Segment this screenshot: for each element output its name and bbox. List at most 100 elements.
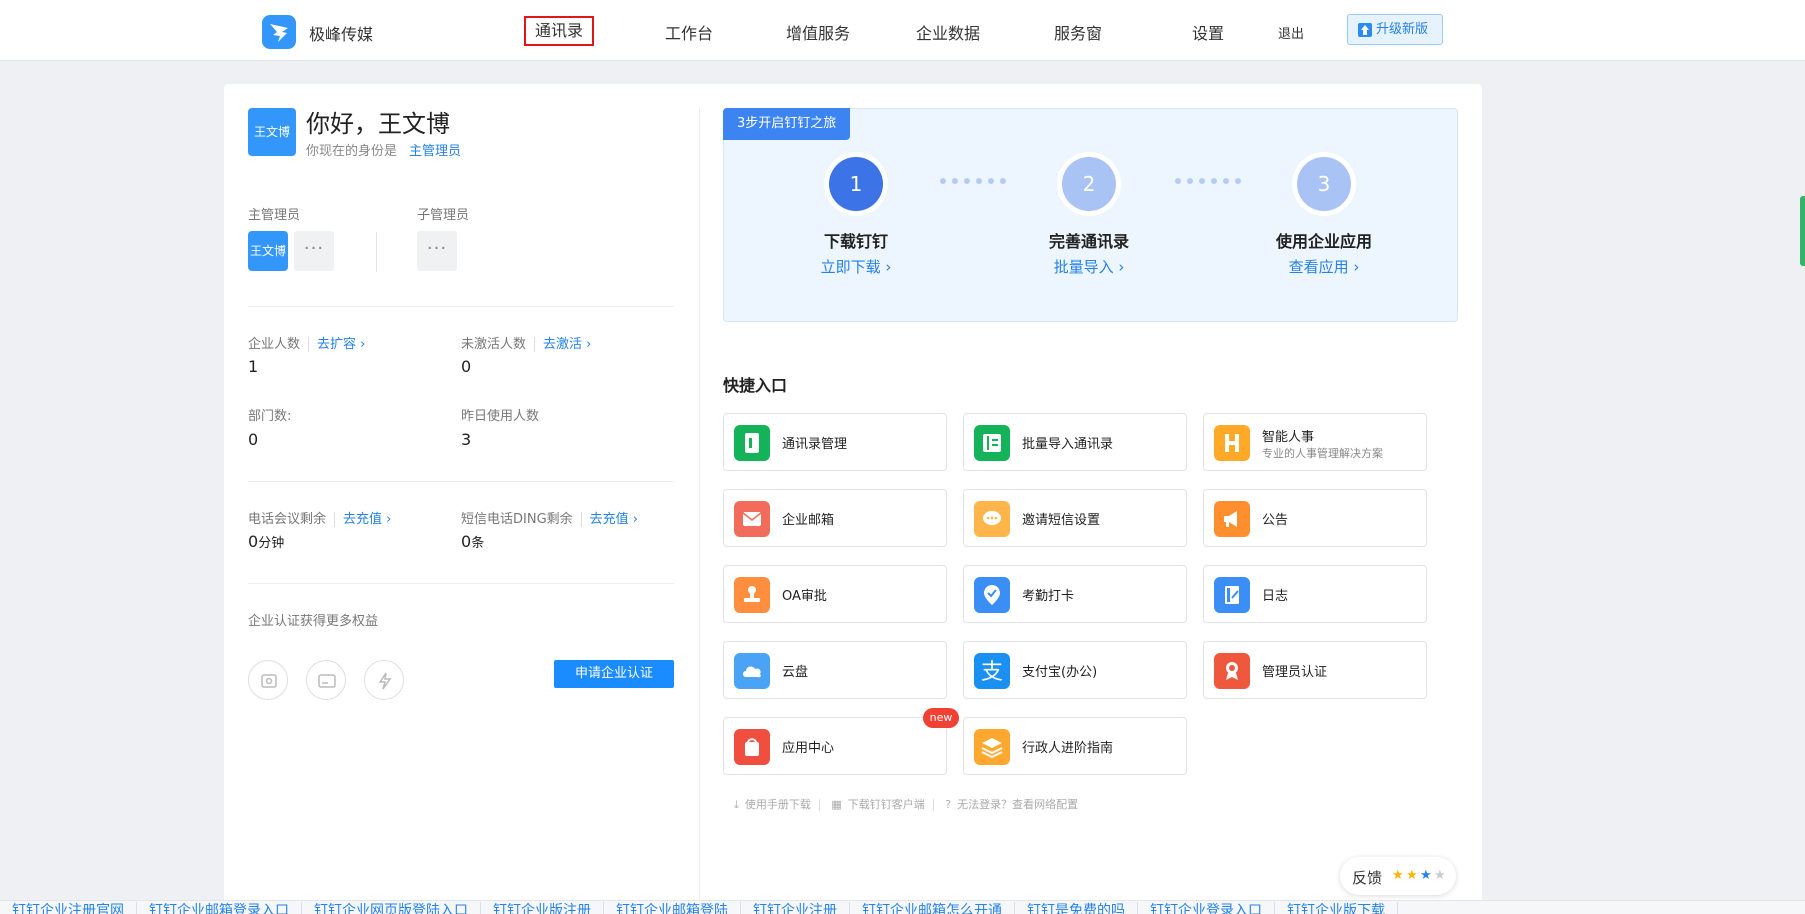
stat-value-employees: 1 [248,357,259,376]
quick-announcement[interactable]: 公告 [1203,489,1427,547]
expand-capacity-link[interactable]: 去扩容 › [308,337,366,352]
sub-admin-label: 子管理员 [417,208,470,223]
certification-text: 企业认证获得更多权益 [248,614,379,629]
upgrade-button[interactable]: 升级新版 [1347,14,1443,45]
bottom-link[interactable]: 钉钉企业邮箱怎么开通 [850,902,1015,914]
upgrade-label: 升级新版 [1376,22,1429,37]
quick-alipay-office[interactable]: 支 支付宝(办公) [963,641,1187,699]
bottom-link[interactable]: 钉钉企业邮箱登录入口 [137,902,302,914]
feedback-widget[interactable]: 反馈 ★ ★ ★ ★ [1340,857,1456,895]
step-2-title: 完善通讯录 [1048,232,1129,251]
bottom-link[interactable]: 钉钉企业版下载 [1275,902,1398,914]
quick-label: 管理员认证 [1262,665,1328,680]
recharge-ding-link[interactable]: 去充值 › [580,512,638,527]
quick-label: 云盘 [782,665,809,680]
dingtalk-logo-icon [262,15,296,49]
side-tab[interactable] [1800,196,1805,266]
stat-label-yesterday-users: 昨日使用人数 [461,409,540,424]
approval-icon [734,577,770,613]
nav-service-window[interactable]: 服务窗 [1054,20,1102,44]
quick-sublabel: 专业的人事管理解决方案 [1262,447,1383,460]
bottom-link[interactable]: 钉钉企业网页版登陆入口 [302,902,481,914]
identity-prefix: 你现在的身份是 [306,144,398,159]
quick-admin-certification[interactable]: 管理员认证 [1203,641,1427,699]
quick-label: 日志 [1262,589,1289,604]
step-2-link[interactable]: 批量导入 › [1009,256,1169,277]
quick-log[interactable]: 日志 [1203,565,1427,623]
nav-workbench[interactable]: 工作台 [665,20,713,44]
logout-link[interactable]: 退出 [1278,23,1304,42]
quick-label: 支付宝(办公) [1022,665,1098,680]
greeting-title: 你好，王文博 [306,110,450,138]
apply-certification-button[interactable]: 申请企业认证 [554,660,674,688]
nav-enterprise-data[interactable]: 企业数据 [916,20,980,44]
quick-contacts-management[interactable]: 通讯录管理 [723,413,947,471]
quick-batch-import[interactable]: 批量导入通讯录 [963,413,1187,471]
quick-app-center[interactable]: 应用中心 [723,717,947,775]
download-client-link[interactable]: 下载钉钉客户端 [848,798,925,811]
section-divider [248,306,674,307]
manual-download-link[interactable]: 使用手册下载 [745,798,811,811]
help-circle-icon: ? [945,798,952,811]
step-1-circle: 1 [829,157,883,211]
step-1-link[interactable]: 立即下载 › [776,256,936,277]
star-icon[interactable]: ★ [1434,868,1446,883]
quick-attendance[interactable]: 考勤打卡 [963,565,1187,623]
import-contacts-icon [974,425,1010,461]
star-icon[interactable]: ★ [1406,868,1418,883]
attendance-icon [974,577,1010,613]
cert-benefit-card-icon [306,660,346,700]
stat-value-conference: 0分钟 [248,532,285,551]
contacts-icon [734,425,770,461]
quick-enterprise-mail[interactable]: 企业邮箱 [723,489,947,547]
panel-divider [699,108,700,908]
quick-label: 企业邮箱 [782,513,835,528]
upgrade-arrow-icon [1358,23,1372,37]
identity-role[interactable]: 主管理员 [409,144,461,159]
stat-label-departments: 部门数: [248,409,292,424]
star-icon[interactable]: ★ [1420,868,1432,883]
bottom-link[interactable]: 钉钉是免费的吗 [1015,902,1138,914]
cert-benefit-lightning-icon [364,660,404,700]
activate-link[interactable]: 去激活 › [534,337,592,352]
bottom-link[interactable]: 钉钉企业注册官网 [0,902,137,914]
hr-icon [1214,425,1250,461]
section-divider [248,481,674,482]
quick-sms-invite[interactable]: 邀请短信设置 [963,489,1187,547]
guide-book-icon [974,729,1010,765]
main-admin-avatar[interactable]: 王文博 [248,231,288,271]
star-icon[interactable]: ★ [1392,868,1404,883]
sub-admin-more-button[interactable]: ··· [417,231,457,271]
main-admin-more-button[interactable]: ··· [294,231,334,271]
step-1-title: 下载钉钉 [823,232,888,251]
getting-started-guide [723,108,1458,322]
mail-icon [734,501,770,537]
nav-value-added-services[interactable]: 增值服务 [786,20,850,44]
alipay-icon: 支 [974,653,1010,689]
bottom-link[interactable]: 钉钉企业登录入口 [1138,902,1275,914]
log-icon [1214,577,1250,613]
quick-label: 批量导入通讯录 [1022,437,1114,452]
quick-label: 公告 [1262,513,1289,528]
announcement-icon [1214,501,1250,537]
admin-divider [376,232,377,272]
bottom-link[interactable]: 钉钉企业版注册 [481,902,604,914]
quick-admin-guide[interactable]: 行政人进阶指南 [963,717,1187,775]
section-divider [248,583,674,584]
quick-smart-hr[interactable]: 智能人事 专业的人事管理解决方案 [1203,413,1427,471]
nav-settings[interactable]: 设置 [1192,20,1224,44]
bottom-link[interactable]: 钉钉企业邮箱登陆 [604,902,741,914]
bottom-link[interactable]: 钉钉企业注册 [741,902,850,914]
app-center-icon [734,729,770,765]
new-badge: new [923,708,959,728]
stat-label-ding: 短信电话DING剩余 去充值 › [461,512,638,527]
stat-value-ding: 0条 [461,532,485,551]
quick-oa-approval[interactable]: OA审批 [723,565,947,623]
network-config-link[interactable]: 无法登录？查看网络配置 [957,798,1078,811]
recharge-conference-link[interactable]: 去充值 › [334,512,392,527]
help-links: ⤓ 使用手册下载 ▦ 下载钉钉客户端 ? 无法登录？查看网络配置 [734,796,1084,812]
quick-cloud-disk[interactable]: 云盘 [723,641,947,699]
nav-contacts[interactable]: 通讯录 [524,16,595,46]
sms-icon [974,501,1010,537]
step-3-link[interactable]: 查看应用 › [1244,256,1404,277]
